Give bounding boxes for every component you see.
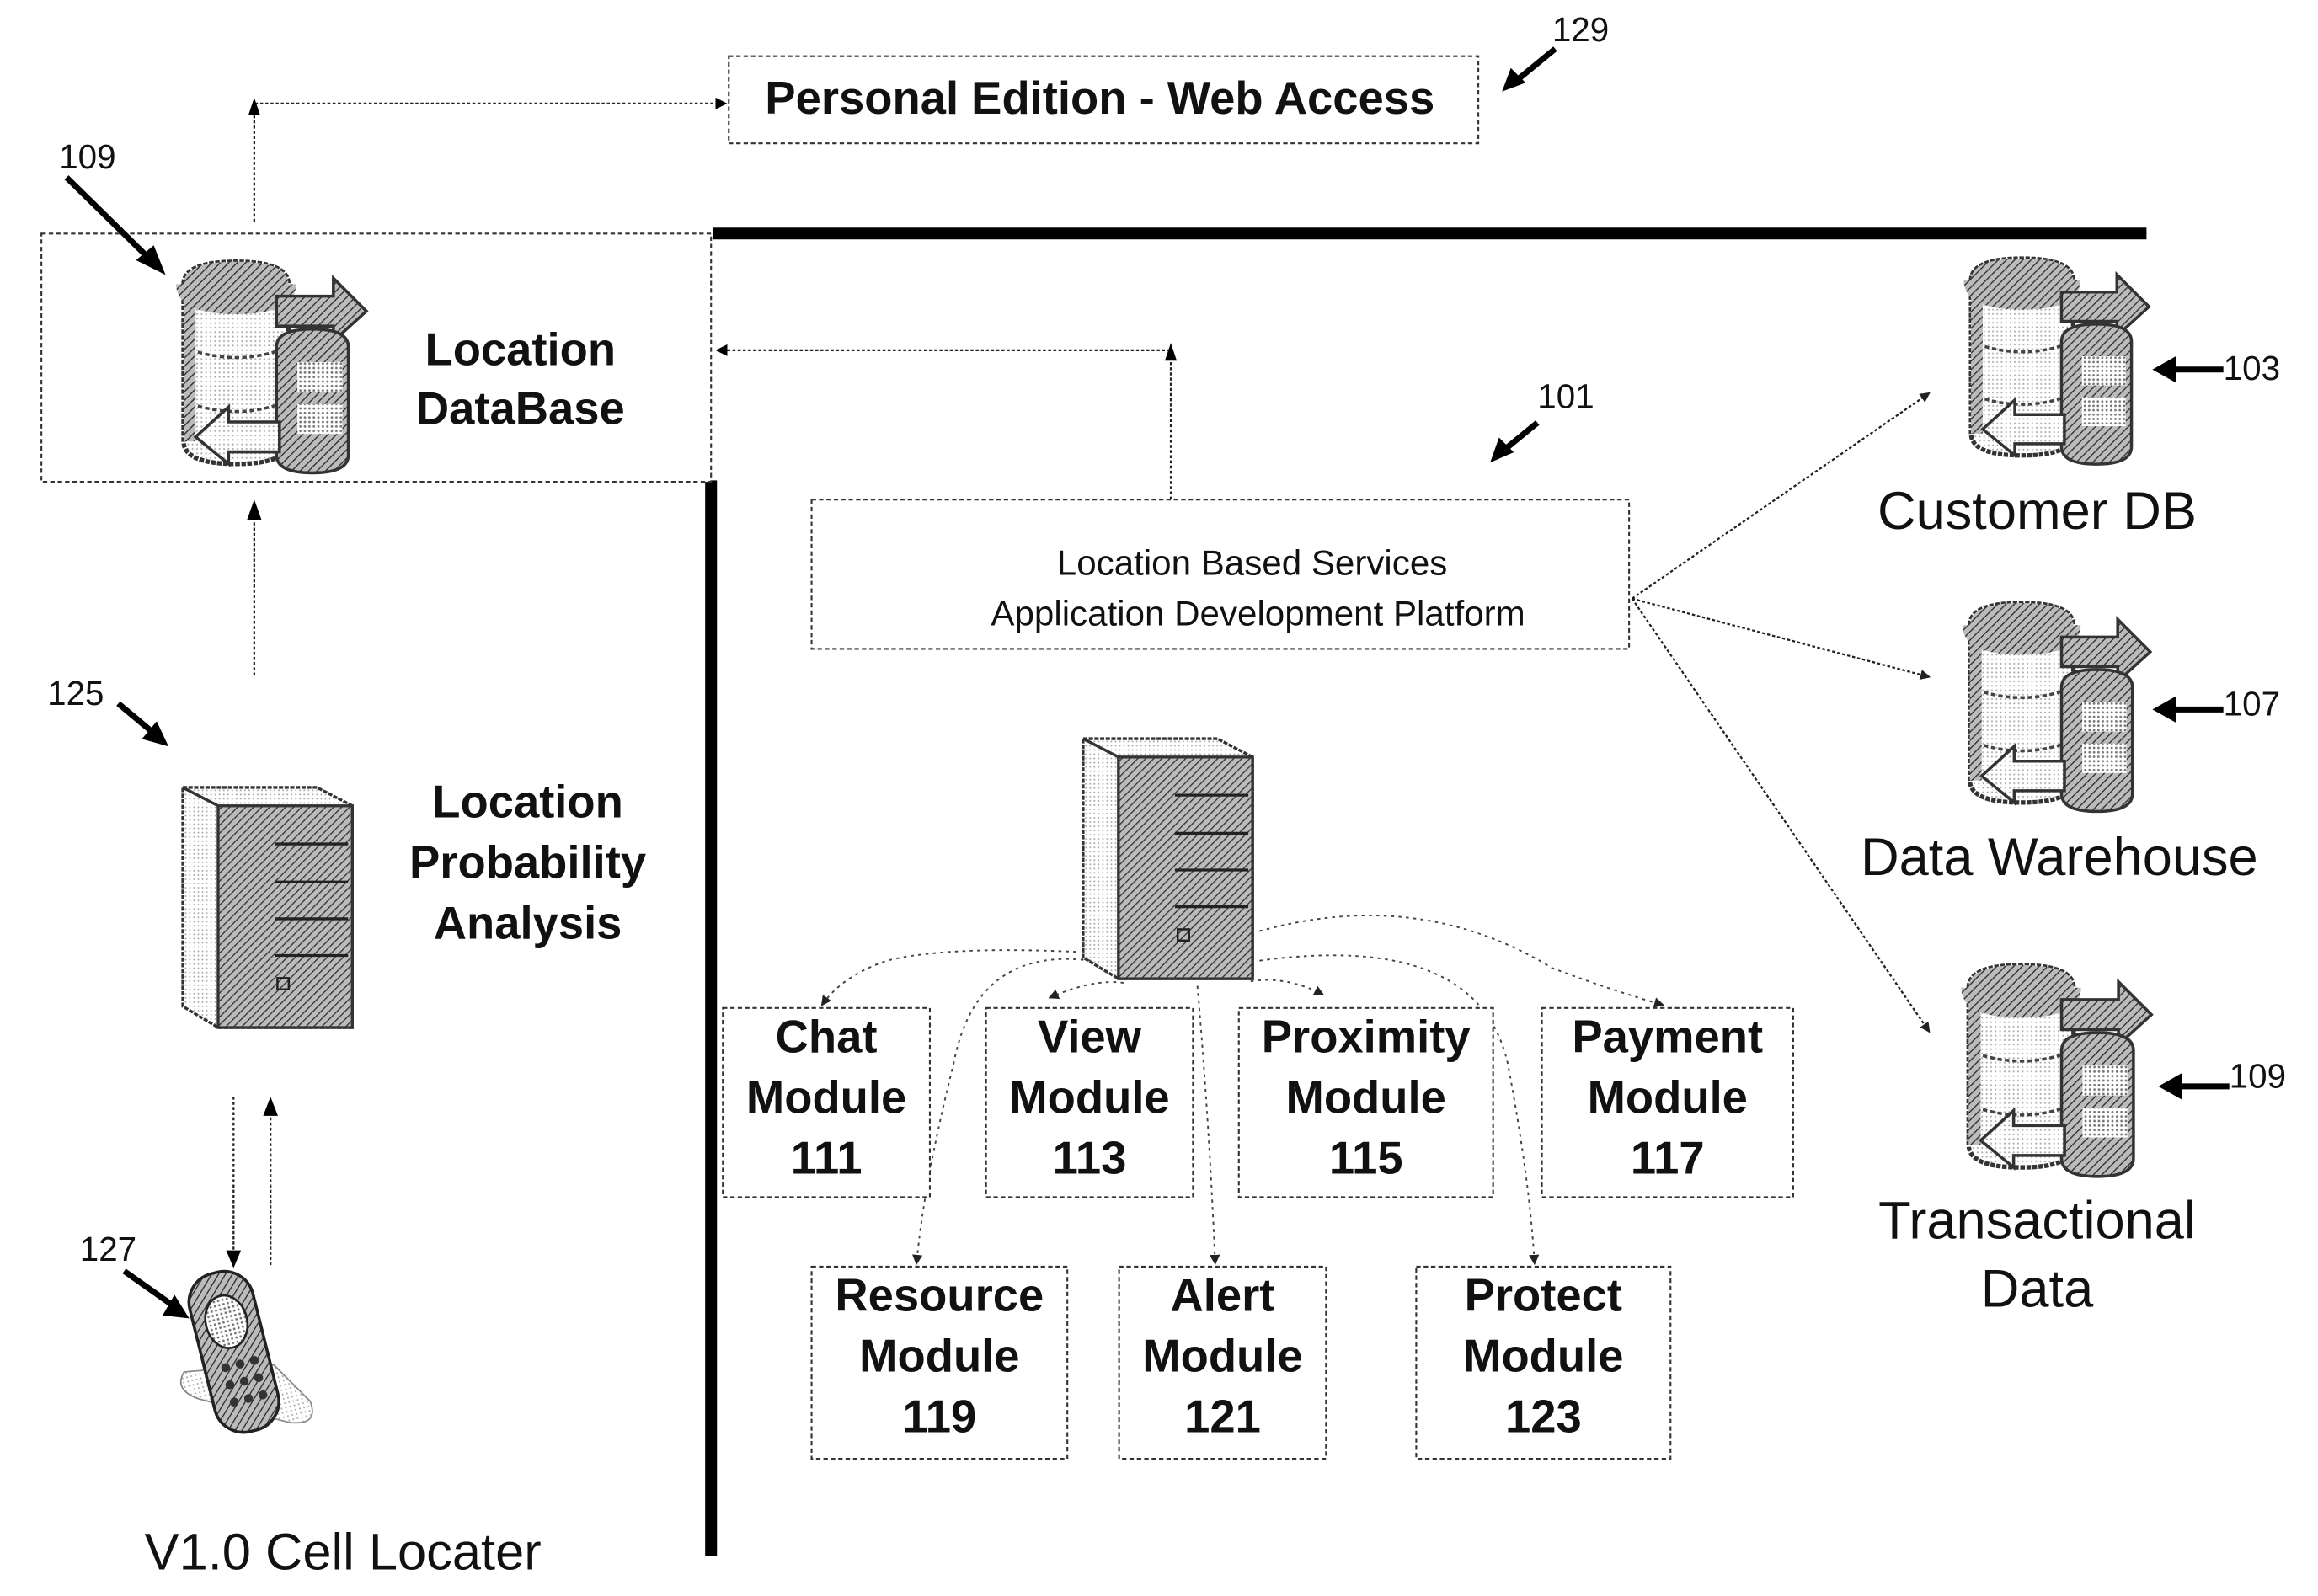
module-ref: 117	[1631, 1132, 1705, 1183]
ref-101: 101	[1537, 376, 1594, 415]
transactional-data-node: Transactional Data 109	[1878, 965, 2286, 1318]
module-name: View	[1038, 1011, 1142, 1062]
ref-103: 103	[2224, 349, 2280, 387]
ref-109-left: 109	[59, 137, 115, 176]
location-db-line1: Location	[425, 323, 616, 375]
module-word: Module	[1463, 1331, 1623, 1382]
platform-line1: Location Based Services	[1057, 543, 1448, 583]
module-ref: 119	[902, 1390, 976, 1442]
data-warehouse-label: Data Warehouse	[1861, 828, 2258, 887]
callout-127: 127	[80, 1230, 190, 1319]
database-icon	[1968, 965, 2151, 1177]
platform-line2: Application Development Platform	[991, 593, 1525, 633]
probability-line2: Probability	[409, 836, 646, 888]
ref-127: 127	[80, 1230, 136, 1268]
lbs-platform-box: Location Based Services Application Deve…	[810, 499, 1631, 650]
module-word: Module	[746, 1071, 906, 1123]
probability-line1: Location	[432, 776, 623, 827]
connector-server-to-payment	[1259, 915, 1665, 1008]
connector-server-to-view	[1048, 981, 1124, 999]
arrowhead-up-icon	[1165, 343, 1178, 361]
ref-109-right: 109	[2230, 1057, 2286, 1096]
personal-edition-label: Personal Edition - Web Access	[765, 72, 1434, 124]
callout-125: 125	[47, 674, 169, 747]
module-ref: 115	[1329, 1132, 1403, 1183]
connector-platform-to-transactional	[1631, 598, 1931, 1033]
module-box-resource: Resource Module 119	[810, 1265, 1069, 1460]
module-ref: 121	[1184, 1390, 1261, 1442]
module-word: Module	[1009, 1071, 1169, 1123]
probability-line3: Analysis	[434, 897, 622, 948]
connector-server-to-alert	[1196, 985, 1220, 1266]
callout-101: 101	[1490, 376, 1594, 463]
ref-125: 125	[47, 674, 104, 713]
module-name: Alert	[1171, 1270, 1275, 1321]
module-name: Protect	[1465, 1270, 1622, 1321]
database-icon	[1970, 603, 2150, 811]
probability-analysis-node: Location Probability Analysis	[181, 776, 646, 1029]
callout-129: 129	[1502, 10, 1609, 92]
module-box-view: View Module 113	[985, 1006, 1194, 1198]
arrowhead-up-icon	[248, 97, 260, 115]
arrowhead-up-icon	[263, 1097, 278, 1116]
arrowhead-down-icon	[226, 1250, 242, 1268]
callout-arrow-icon	[2152, 696, 2176, 723]
arrowhead-up-icon	[247, 499, 262, 520]
module-word: Module	[1588, 1071, 1748, 1123]
module-word: Module	[1286, 1071, 1446, 1123]
module-box-chat: Chat Module 111	[722, 1006, 932, 1198]
callout-arrow-icon	[2152, 355, 2176, 383]
customer-db-label: Customer DB	[1877, 482, 2197, 541]
ref-107: 107	[2224, 684, 2280, 723]
module-box-payment: Payment Module 117	[1541, 1006, 1794, 1198]
module-name: Resource	[835, 1270, 1044, 1321]
module-ref: 111	[791, 1132, 863, 1183]
module-box-alert: Alert Module 121	[1118, 1265, 1327, 1460]
server-icon	[181, 786, 355, 1029]
module-ref: 113	[1053, 1132, 1127, 1183]
module-name: Payment	[1572, 1011, 1763, 1062]
connector-db-to-web	[253, 97, 728, 222]
location-db-line2: DataBase	[416, 383, 625, 435]
module-name: Proximity	[1262, 1011, 1471, 1062]
module-word: Module	[1142, 1331, 1302, 1382]
server-icon	[1082, 737, 1254, 980]
location-database-box: Location DataBase	[40, 232, 713, 483]
module-box-protect: Protect Module 123	[1415, 1265, 1672, 1460]
connector-platform-to-db	[715, 344, 1172, 500]
transactional-line2: Data	[1981, 1259, 2094, 1318]
module-ref: 123	[1505, 1390, 1582, 1442]
patent-figure: Personal Edition - Web Access 129 Locati…	[0, 0, 2318, 1592]
cell-locater-node: V1.0 Cell Locater	[145, 1269, 542, 1582]
callout-arrow-icon	[2158, 1073, 2182, 1100]
callout-arrow-icon	[1502, 67, 1526, 92]
cell-phone-icon	[179, 1269, 313, 1434]
connector-server-to-chat	[820, 949, 1076, 1006]
transactional-line1: Transactional	[1878, 1192, 2196, 1251]
ref-129: 129	[1552, 10, 1609, 49]
connector-server-to-proximity	[1250, 979, 1325, 995]
database-icon	[184, 262, 366, 473]
module-name: Chat	[776, 1011, 878, 1062]
module-word: Module	[859, 1331, 1019, 1382]
module-group: Chat Module 111 View Module 113 Proximity Modul…	[722, 1006, 1794, 1460]
personal-edition-box: Personal Edition - Web Access	[728, 55, 1480, 145]
customer-db-node: Customer DB 103	[1877, 259, 2280, 541]
data-warehouse-node: Data Warehouse 107	[1861, 603, 2280, 887]
cell-locater-label: V1.0 Cell Locater	[145, 1524, 542, 1582]
module-box-proximity: Proximity Module 115	[1237, 1006, 1494, 1198]
database-icon	[1971, 259, 2149, 464]
